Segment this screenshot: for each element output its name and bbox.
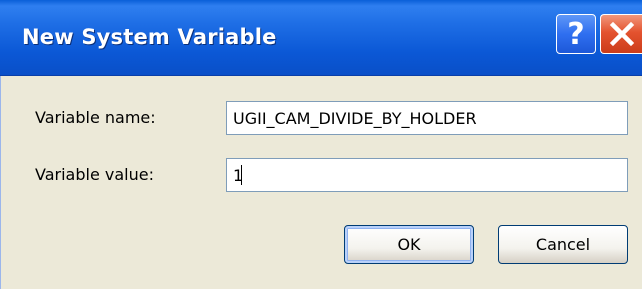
variable-name-input[interactable] bbox=[226, 101, 628, 135]
new-system-variable-dialog: New System Variable ? Variable name: Var… bbox=[0, 0, 642, 289]
dialog-title: New System Variable bbox=[22, 25, 277, 49]
title-bar[interactable]: New System Variable ? bbox=[0, 0, 642, 76]
close-button[interactable] bbox=[600, 14, 642, 54]
variable-value-input[interactable] bbox=[226, 158, 628, 192]
variable-value-label: Variable value: bbox=[35, 165, 154, 184]
ok-button[interactable]: OK bbox=[344, 225, 474, 264]
help-icon: ? bbox=[567, 16, 585, 52]
text-caret bbox=[241, 165, 242, 185]
dialog-body: Variable name: Variable value: OK Cancel bbox=[0, 76, 642, 289]
variable-name-label: Variable name: bbox=[35, 108, 156, 127]
help-button[interactable]: ? bbox=[556, 14, 596, 54]
close-icon bbox=[609, 21, 634, 47]
cancel-button[interactable]: Cancel bbox=[498, 225, 628, 264]
